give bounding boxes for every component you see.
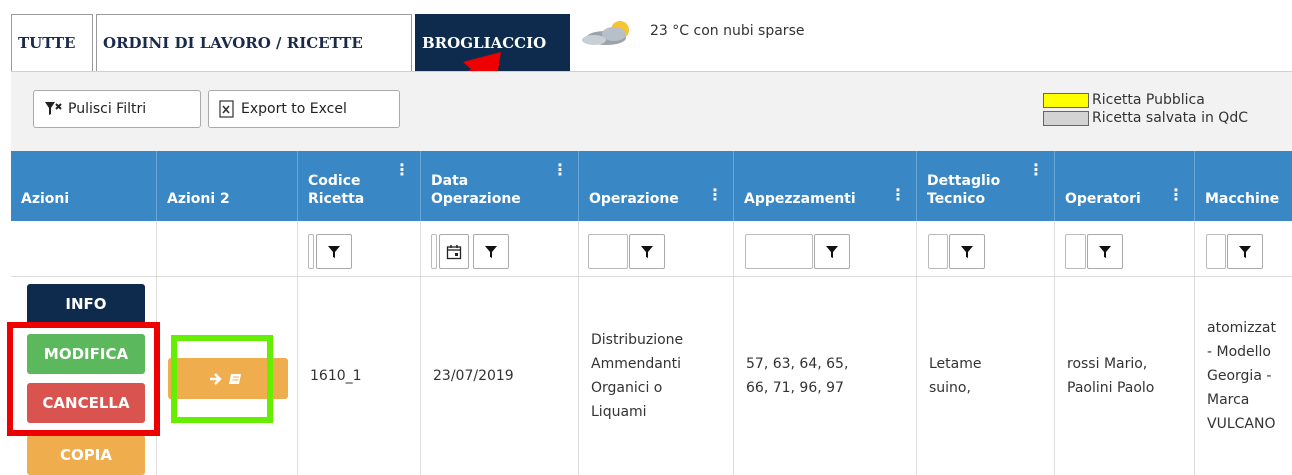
legend: Ricetta Pubblica Ricetta salvata in QdC (1043, 91, 1248, 127)
filter-button[interactable] (1087, 234, 1123, 269)
filter-button[interactable] (629, 234, 665, 269)
toolbar: Pulisci Filtri Export to Excel Ricetta P… (11, 71, 1292, 151)
filter-icon (961, 245, 973, 258)
filter-input-macchine[interactable] (1206, 234, 1226, 269)
excel-icon (219, 100, 234, 118)
filter-input-codice[interactable] (308, 234, 314, 269)
grid-header: Azioni Azioni 2 Codice Ricetta ⋮ Data Oper… (11, 151, 1292, 221)
column-title: Appezzamenti (744, 191, 856, 207)
cell-dettaglio-tecnico: Letame suino, (917, 277, 1055, 475)
filter-icon (1099, 245, 1111, 258)
column-title: Operatori (1065, 191, 1141, 207)
filter-icon (826, 245, 838, 258)
column-menu-icon[interactable]: ⋮ (1028, 161, 1044, 179)
filter-button[interactable] (814, 234, 850, 269)
column-title-line1: Codice (308, 173, 361, 189)
weather-text: 23 °C con nubi sparse (650, 23, 805, 39)
cell-operatori: rossi Mario, Paolini Paolo (1055, 277, 1195, 475)
filter-button[interactable] (949, 234, 985, 269)
filter-cell-empty (157, 221, 298, 277)
column-header-azioni-2[interactable]: Azioni 2 (157, 151, 298, 221)
legend-label: Ricetta salvata in QdC (1092, 110, 1248, 126)
filter-button[interactable] (1227, 234, 1263, 269)
filter-button[interactable] (473, 234, 509, 269)
legend-item-public: Ricetta Pubblica (1043, 91, 1248, 109)
filter-cell-dettaglio (917, 221, 1055, 277)
filter-cell-data (421, 221, 579, 277)
annotation-red-box (7, 322, 160, 436)
column-header-macchine[interactable]: Macchine (1195, 151, 1292, 221)
column-header-appezzamenti[interactable]: Appezzamenti ⋮ (734, 151, 917, 221)
tab-tutte[interactable]: TUTTE (11, 14, 93, 71)
operatori-value: rossi Mario, Paolini Paolo (1067, 356, 1155, 396)
column-title: Ricetta (308, 191, 365, 207)
column-menu-icon[interactable]: ⋮ (1168, 186, 1184, 204)
filter-icon (485, 245, 497, 258)
cell-codice-ricetta: 1610_1 (298, 277, 421, 475)
copy-button[interactable]: COPIA (27, 435, 145, 475)
column-title: Operazione (589, 191, 679, 207)
codice-value: 1610_1 (310, 368, 362, 384)
legend-swatch-gray (1043, 110, 1089, 126)
column-header-dettaglio-tecnico[interactable]: Dettaglio Tecnico ⋮ (917, 151, 1055, 221)
filter-input-appezzamenti[interactable] (745, 234, 813, 269)
filter-row (11, 221, 1292, 277)
date-picker-button[interactable] (439, 234, 469, 269)
filter-cell-operazione (579, 221, 734, 277)
column-title-line1: Dettaglio (927, 173, 1001, 189)
filter-icon (1239, 245, 1251, 258)
filter-input-operazione[interactable] (588, 234, 628, 269)
filter-cell-codice (298, 221, 421, 277)
data-value: 23/07/2019 (433, 368, 514, 384)
column-title: Azioni (21, 191, 70, 207)
tab-ordini-di-lavoro[interactable]: ORDINI DI LAVORO / RICETTE (96, 14, 412, 71)
cell-operazione: Distribuzione Ammendanti Organici o Liquam… (579, 277, 734, 475)
dettaglio-value: Letame suino, (929, 356, 982, 396)
annotation-green-box (171, 335, 273, 423)
filter-input-operatori[interactable] (1065, 234, 1086, 269)
cell-data-operazione: 23/07/2019 (421, 277, 579, 475)
column-menu-icon[interactable]: ⋮ (707, 186, 723, 204)
filter-cell-macchine (1195, 221, 1292, 277)
cell-macchine: atomizzat - Modello Georgia - Marca VULCAN… (1195, 277, 1292, 475)
column-header-azioni[interactable]: Azioni (11, 151, 157, 221)
column-header-codice-ricetta[interactable]: Codice Ricetta ⋮ (298, 151, 421, 221)
export-excel-label: Export to Excel (241, 101, 347, 117)
column-header-data-operazione[interactable]: Data Operazione ⋮ (421, 151, 579, 221)
calendar-icon (446, 244, 462, 259)
filter-input-dettaglio[interactable] (928, 234, 948, 269)
filter-button[interactable] (316, 234, 352, 269)
operazione-value: Distribuzione Ammendanti Organici o Liquam… (591, 332, 684, 420)
column-title: Azioni 2 (167, 191, 230, 207)
filter-icon (641, 245, 653, 258)
filter-cell-appezzamenti (734, 221, 917, 277)
macchine-value: atomizzat - Modello Georgia - Marca VULCAN… (1207, 320, 1276, 432)
filter-cell-empty (11, 221, 157, 277)
info-button[interactable]: INFO (27, 284, 145, 324)
export-excel-button[interactable]: Export to Excel (208, 90, 400, 128)
legend-swatch-yellow (1043, 92, 1089, 108)
filter-icon (328, 245, 340, 258)
partly-cloudy-icon (582, 21, 629, 45)
column-title: Tecnico (927, 191, 986, 207)
filter-input-data[interactable] (431, 234, 437, 269)
legend-item-saved: Ricetta salvata in QdC (1043, 109, 1248, 127)
legend-label: Ricetta Pubblica (1092, 92, 1205, 108)
filter-cell-operatori (1055, 221, 1195, 277)
cell-appezzamenti: 57, 63, 64, 65, 66, 71, 96, 97 (734, 277, 917, 475)
appezzamenti-value: 57, 63, 64, 65, 66, 71, 96, 97 (746, 356, 849, 396)
column-menu-icon[interactable]: ⋮ (890, 186, 906, 204)
column-header-operazione[interactable]: Operazione ⋮ (579, 151, 734, 221)
column-title-line1: Data (431, 173, 469, 189)
clear-filters-button[interactable]: Pulisci Filtri (33, 90, 201, 128)
clear-filter-icon (45, 102, 62, 115)
weather-widget: 23 °C con nubi sparse (576, 18, 804, 48)
column-menu-icon[interactable]: ⋮ (552, 161, 568, 179)
column-menu-icon[interactable]: ⋮ (394, 161, 410, 179)
column-title: Macchine (1205, 191, 1280, 207)
clear-filters-label: Pulisci Filtri (68, 101, 147, 117)
column-header-operatori[interactable]: Operatori ⋮ (1055, 151, 1195, 221)
column-title: Operazione (431, 191, 521, 207)
